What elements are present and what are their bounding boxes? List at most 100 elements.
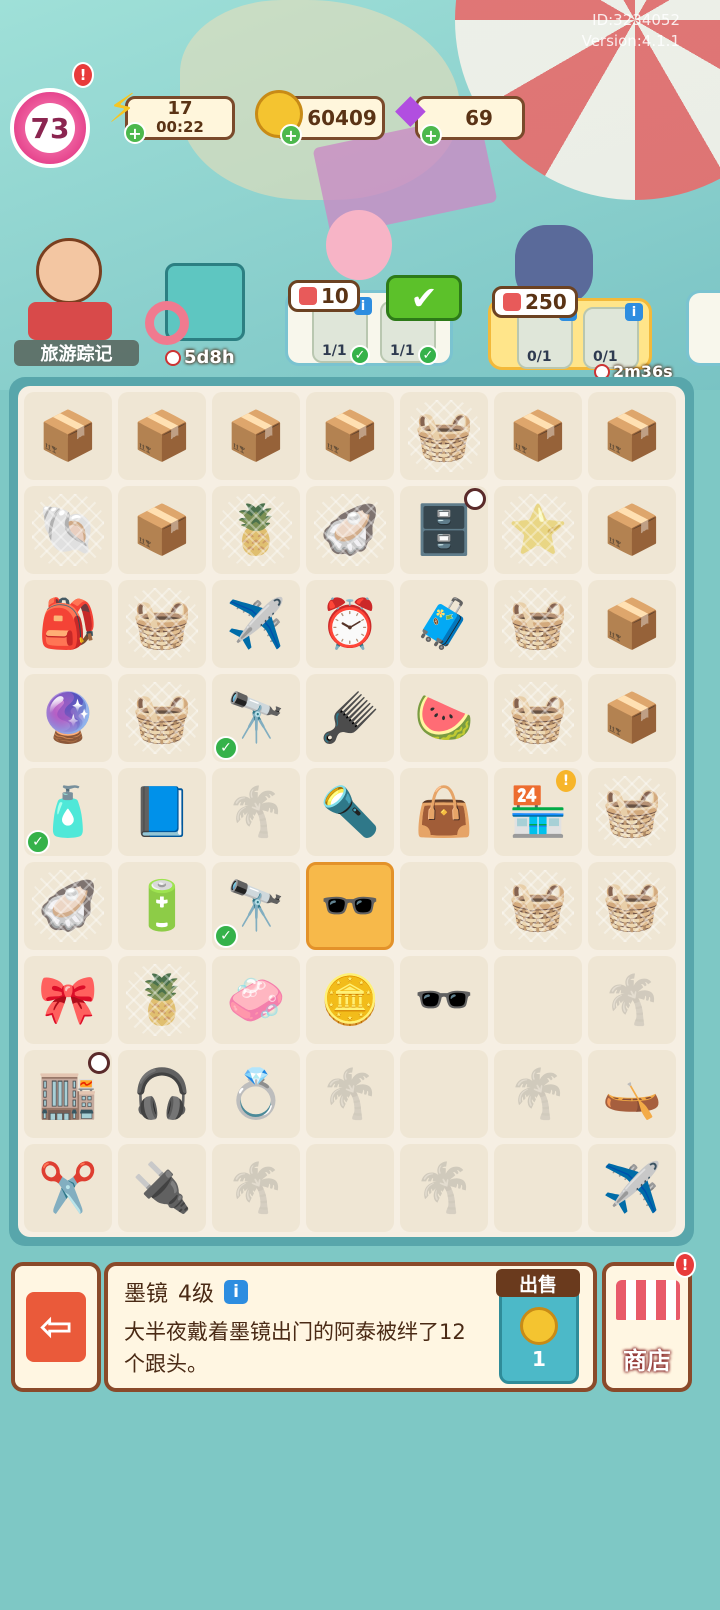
- board-cell-item[interactable]: 🧼: [212, 956, 300, 1044]
- suitcase-timer-text: 5d8h: [184, 347, 235, 368]
- build-id-text: ID:3234052: [592, 11, 680, 29]
- cardboard-box-icon: 📦: [320, 408, 380, 464]
- board-cell-box[interactable]: 📦: [588, 486, 676, 574]
- shop-button[interactable]: 商店 !: [602, 1252, 696, 1392]
- bottom-panel: ⇦ 墨镜 4级 i 大半夜戴着墨镜出门的阿泰被绊了12个跟头。 出售 1 商店 …: [0, 1252, 720, 1610]
- thumbs-up-icon: [299, 287, 317, 305]
- board-cell-item[interactable]: 🕶️: [400, 956, 488, 1044]
- board-cell-item[interactable]: 🪮: [306, 674, 394, 762]
- suitcase-event-button[interactable]: 5d8h: [145, 245, 265, 370]
- board-cell-empty: 🌴: [494, 1050, 582, 1138]
- order-1-complete-button[interactable]: ✔: [386, 275, 462, 321]
- board-cell-webbed[interactable]: 🦪: [306, 486, 394, 574]
- board-cell-box[interactable]: 📦: [306, 392, 394, 480]
- board-cell-webbed[interactable]: 🍍: [118, 956, 206, 1044]
- item-icon: 🪮: [320, 690, 380, 746]
- palm-tree-icon: 🌴: [414, 1160, 474, 1216]
- item-icon: 🏬: [38, 1066, 98, 1122]
- level-badge[interactable]: 73: [10, 88, 90, 168]
- board-cell-webbed[interactable]: 🧺: [494, 862, 582, 950]
- board-cell-box[interactable]: 📦: [118, 392, 206, 480]
- board-cell-empty: 🌴: [212, 768, 300, 856]
- board-cell-item[interactable]: 🔮: [24, 674, 112, 762]
- exit-button[interactable]: ⇦: [11, 1262, 101, 1392]
- board-cell-item[interactable]: 🎒: [24, 580, 112, 668]
- board-cell-webbed[interactable]: 🦪: [24, 862, 112, 950]
- board-cell-item[interactable]: 🔌: [118, 1144, 206, 1232]
- board-cell-item[interactable]: 🔋: [118, 862, 206, 950]
- board-cell-empty: 🌴: [588, 956, 676, 1044]
- board-cell-webbed[interactable]: 🧺: [118, 674, 206, 762]
- cardboard-box-icon: 📦: [602, 596, 662, 652]
- board-cell-item[interactable]: 🛶: [588, 1050, 676, 1138]
- board-cell-webbed[interactable]: 🧺: [118, 580, 206, 668]
- board-cell-item[interactable]: 🔦: [306, 768, 394, 856]
- board-cell-box[interactable]: 📦: [212, 392, 300, 480]
- board-cell-item[interactable]: 🎧: [118, 1050, 206, 1138]
- board-cell-item[interactable]: ✈️: [212, 580, 300, 668]
- cardboard-box-icon: 📦: [602, 690, 662, 746]
- board-cell-item[interactable]: 🍉: [400, 674, 488, 762]
- board-cell-item[interactable]: 🔭 ✓: [212, 862, 300, 950]
- info-icon[interactable]: i: [625, 303, 643, 321]
- gem-add-button[interactable]: +: [420, 124, 442, 146]
- alert-icon: !: [556, 770, 576, 792]
- board-cell-empty: 🌴: [400, 1144, 488, 1232]
- item-icon: 🔦: [320, 784, 380, 840]
- sell-button[interactable]: 出售 1: [496, 1269, 580, 1384]
- board-cell-item[interactable]: 🎀: [24, 956, 112, 1044]
- board-cell-webbed[interactable]: 🧺: [494, 580, 582, 668]
- item-icon: 🗄️: [414, 502, 474, 558]
- info-icon[interactable]: i: [224, 1280, 249, 1304]
- board-cell-box[interactable]: 📦: [588, 580, 676, 668]
- board-cell-item[interactable]: 🔭 ✓: [212, 674, 300, 762]
- board-cell-item[interactable]: 💍: [212, 1050, 300, 1138]
- board-cell-item[interactable]: 📘: [118, 768, 206, 856]
- board-cell-item[interactable]: ✂️: [24, 1144, 112, 1232]
- board-cell-item[interactable]: 🏬: [24, 1050, 112, 1138]
- customer-avatar-1: [326, 210, 392, 280]
- cardboard-box-icon: 📦: [132, 502, 192, 558]
- order-card-3-partial[interactable]: [686, 290, 720, 366]
- order-2-item-2[interactable]: i 0/1: [583, 303, 643, 369]
- item-info-panel: 墨镜 4级 i 大半夜戴着墨镜出门的阿泰被绊了12个跟头。 出售 1: [104, 1262, 597, 1392]
- board-cell-item[interactable]: 🗄️: [400, 486, 488, 574]
- board-cell-selected[interactable]: 🕶️: [306, 862, 394, 950]
- energy-add-button[interactable]: +: [124, 122, 146, 144]
- board-cell-webbed[interactable]: ⭐: [494, 486, 582, 574]
- shop-label: 商店: [623, 1347, 671, 1375]
- item-icon: ✂️: [38, 1160, 98, 1216]
- board-cell-item[interactable]: 🧴 ✓: [24, 768, 112, 856]
- board-cell-webbed[interactable]: 🍍: [212, 486, 300, 574]
- palm-tree-icon: 🌴: [602, 972, 662, 1028]
- board-cell-item[interactable]: 🪙: [306, 956, 394, 1044]
- board-cell-box[interactable]: 📦: [588, 392, 676, 480]
- travel-diary-button[interactable]: 旅游踪记: [14, 230, 139, 366]
- item-icon: 🔋: [132, 878, 192, 934]
- board-cell-webbed[interactable]: 🧺: [588, 768, 676, 856]
- item-icon: 🧺: [508, 690, 568, 746]
- board-cell-webbed[interactable]: 🧺: [494, 674, 582, 762]
- coin-add-button[interactable]: +: [280, 124, 302, 146]
- board-cell-item[interactable]: ⏰: [306, 580, 394, 668]
- board-cell-box[interactable]: 📦: [494, 392, 582, 480]
- cardboard-box-icon: 📦: [132, 408, 192, 464]
- board-cell-webbed[interactable]: 🧺: [400, 392, 488, 480]
- item-icon: 🦪: [320, 502, 380, 558]
- board-cell-item[interactable]: 🧳: [400, 580, 488, 668]
- board-cell-item[interactable]: ✈️: [588, 1144, 676, 1232]
- item-icon: 🔭: [226, 878, 286, 934]
- item-icon: 🕶️: [320, 878, 380, 934]
- item-icon: 🧺: [602, 784, 662, 840]
- item-icon: 🪙: [320, 972, 380, 1028]
- board-cell-item[interactable]: 👜: [400, 768, 488, 856]
- board-cell-blank: [306, 1144, 394, 1232]
- item-icon: 🧼: [226, 972, 286, 1028]
- board-cell-item[interactable]: 🏪!: [494, 768, 582, 856]
- board-cell-box[interactable]: 📦: [24, 392, 112, 480]
- board-cell-webbed[interactable]: 🧺: [588, 862, 676, 950]
- board-cell-webbed[interactable]: 🐚: [24, 486, 112, 574]
- order-1-item-1-count: 1/1: [322, 343, 347, 359]
- board-cell-box[interactable]: 📦: [588, 674, 676, 762]
- board-cell-box[interactable]: 📦: [118, 486, 206, 574]
